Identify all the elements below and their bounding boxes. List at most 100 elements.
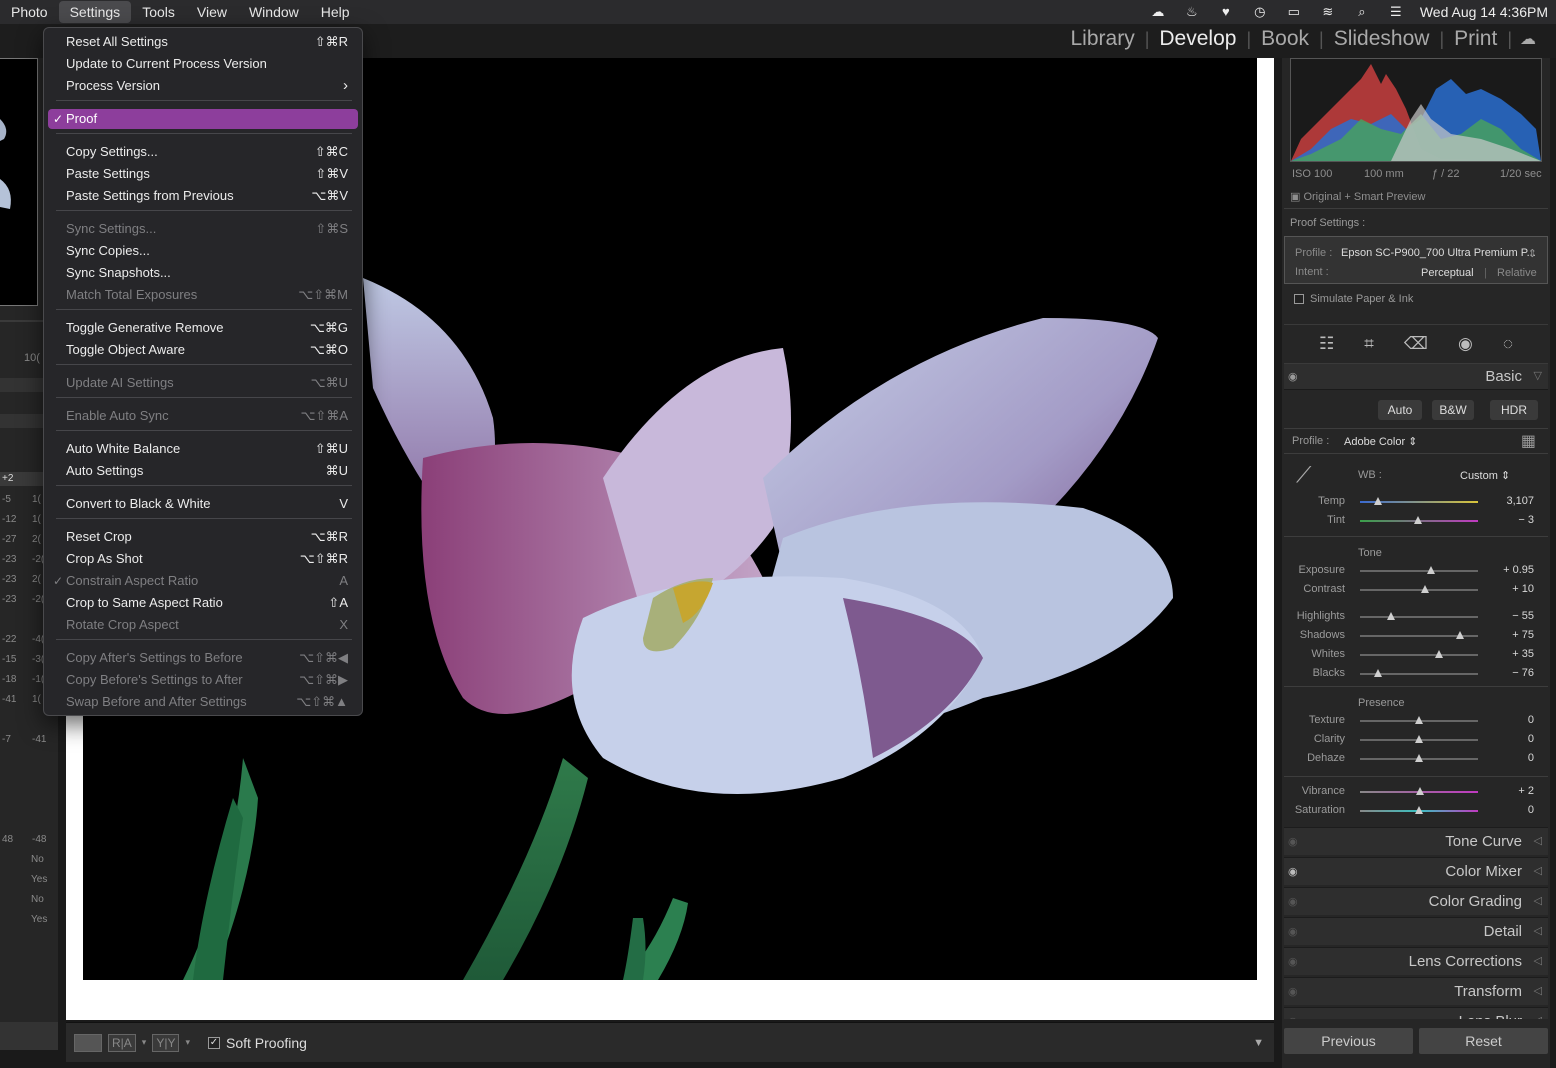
edit-sliders-icon[interactable]: ☷ xyxy=(1319,334,1334,354)
menu-photo[interactable]: Photo xyxy=(0,1,59,23)
creative-cloud-icon[interactable]: ☁ xyxy=(1148,4,1168,20)
auto-button[interactable]: Auto xyxy=(1378,400,1422,420)
tint-slider[interactable] xyxy=(1360,516,1478,524)
blacks-slider-handle[interactable] xyxy=(1373,669,1382,677)
panel-lens-blur[interactable]: ◉ Lens Blur ◁ xyxy=(1284,1007,1548,1019)
eye-icon[interactable]: ◉ xyxy=(1288,370,1298,383)
whites-slider-handle[interactable] xyxy=(1435,650,1444,658)
updown-icon[interactable]: ⇕ xyxy=(1528,247,1537,260)
panel-tone-curve[interactable]: ◉ Tone Curve ◁ xyxy=(1284,827,1548,855)
navigator-thumbnail[interactable] xyxy=(0,58,38,306)
temp-value[interactable]: 3,107 xyxy=(1506,495,1534,507)
shadows-value[interactable]: + 75 xyxy=(1512,629,1534,641)
reset-button[interactable]: Reset xyxy=(1419,1028,1548,1054)
eye-icon[interactable]: ◉ xyxy=(1288,865,1298,878)
eye-icon[interactable]: ◉ xyxy=(1288,955,1298,968)
heart-check-icon[interactable]: ♥ xyxy=(1216,4,1236,20)
shadows-slider-handle[interactable] xyxy=(1456,631,1465,639)
clarity-slider-handle[interactable] xyxy=(1415,735,1423,743)
eye-icon[interactable]: ◉ xyxy=(1288,835,1298,848)
menu-item-update-process-version[interactable]: Update to Current Process Version xyxy=(48,54,358,74)
eye-icon[interactable]: ◉ xyxy=(1288,925,1298,938)
dehaze-slider-handle[interactable] xyxy=(1415,754,1423,762)
triangle-left-icon[interactable]: ◁ xyxy=(1534,1014,1542,1019)
contrast-value[interactable]: + 10 xyxy=(1512,583,1534,595)
eye-icon[interactable]: ◉ xyxy=(1288,1015,1298,1019)
eye-icon[interactable]: ◉ xyxy=(1288,895,1298,908)
toolbar-menu-icon[interactable]: ▼ xyxy=(1253,1037,1264,1049)
menu-item-convert-bw[interactable]: Convert to Black & White V xyxy=(48,494,358,514)
saturation-slider-handle[interactable] xyxy=(1415,806,1423,814)
exposure-slider-handle[interactable] xyxy=(1426,566,1435,574)
blacks-slider[interactable] xyxy=(1360,669,1478,677)
menu-item-sync-snapshots[interactable]: Sync Snapshots... xyxy=(48,263,358,283)
menu-view[interactable]: View xyxy=(186,1,238,23)
simulate-checkbox[interactable] xyxy=(1294,294,1304,304)
texture-slider-handle[interactable] xyxy=(1415,716,1423,724)
tint-slider-handle[interactable] xyxy=(1413,516,1422,524)
texture-value[interactable]: 0 xyxy=(1528,714,1534,726)
dehaze-slider[interactable] xyxy=(1360,754,1478,762)
menu-item-copy-settings[interactable]: Copy Settings... ⇧⌘C xyxy=(48,142,358,162)
crop-icon[interactable]: ⌗ xyxy=(1364,334,1374,354)
menu-item-process-version[interactable]: Process Version › xyxy=(48,76,358,96)
module-slideshow[interactable]: Slideshow xyxy=(1324,27,1440,51)
contrast-slider-handle[interactable] xyxy=(1420,585,1429,593)
shadows-slider[interactable] xyxy=(1360,631,1478,639)
bw-button[interactable]: B&W xyxy=(1432,400,1474,420)
highlights-slider[interactable] xyxy=(1360,612,1478,620)
vibrance-slider-handle[interactable] xyxy=(1416,787,1425,795)
menu-item-reset-all[interactable]: Reset All Settings ⇧⌘R xyxy=(48,32,358,52)
profile-select[interactable]: Adobe Color ⇕ xyxy=(1344,435,1417,448)
soft-proofing-checkbox[interactable]: ✓ xyxy=(207,1036,220,1049)
triangle-left-icon[interactable]: ◁ xyxy=(1534,834,1542,847)
before-after-lr-button[interactable]: R|A xyxy=(108,1033,136,1052)
menu-item-crop-same-aspect[interactable]: Crop to Same Aspect Ratio ⇧A xyxy=(48,593,358,613)
whites-value[interactable]: + 35 xyxy=(1512,648,1534,660)
module-book[interactable]: Book xyxy=(1251,27,1319,51)
highlights-value[interactable]: − 55 xyxy=(1512,610,1534,622)
simulate-paper-ink[interactable]: Simulate Paper & Ink xyxy=(1294,293,1413,305)
spotlight-search-icon[interactable]: ⌕ xyxy=(1352,4,1372,20)
soft-proofing-toggle[interactable]: ✓ Soft Proofing xyxy=(207,1035,307,1051)
wb-eyedropper-icon[interactable]: ⟋ xyxy=(1296,462,1311,488)
before-after-tb-button[interactable]: Y|Y xyxy=(152,1033,180,1052)
menu-item-auto-settings[interactable]: Auto Settings ⌘U xyxy=(48,461,358,481)
menu-item-sync-copies[interactable]: Sync Copies... xyxy=(48,241,358,261)
module-print[interactable]: Print xyxy=(1444,27,1507,51)
whites-slider[interactable] xyxy=(1360,650,1478,658)
red-eye-icon[interactable]: ◉ xyxy=(1458,334,1473,354)
dehaze-value[interactable]: 0 xyxy=(1528,752,1534,764)
basic-panel-header[interactable]: ◉ Basic ▽ xyxy=(1284,364,1548,390)
left-bottom-button[interactable] xyxy=(0,1022,58,1050)
profile-browser-grid-icon[interactable]: ▦ xyxy=(1521,431,1536,451)
menu-item-toggle-generative-remove[interactable]: Toggle Generative Remove ⌥⌘G xyxy=(48,318,358,338)
menu-item-reset-crop[interactable]: Reset Crop ⌥⌘R xyxy=(48,527,358,547)
wifi-icon[interactable]: ≋ xyxy=(1318,4,1338,20)
intent-relative[interactable]: Relative xyxy=(1497,267,1537,279)
menu-item-toggle-object-aware[interactable]: Toggle Object Aware ⌥⌘O xyxy=(48,340,358,360)
menu-help[interactable]: Help xyxy=(310,1,361,23)
texture-slider[interactable] xyxy=(1360,716,1478,724)
contrast-slider[interactable] xyxy=(1360,585,1478,593)
menu-item-crop-as-shot[interactable]: Crop As Shot ⌥⇧⌘R xyxy=(48,549,358,569)
menu-item-auto-white-balance[interactable]: Auto White Balance ⇧⌘U xyxy=(48,439,358,459)
clarity-slider[interactable] xyxy=(1360,735,1478,743)
menu-settings[interactable]: Settings xyxy=(58,1,132,23)
panel-color-grading[interactable]: ◉ Color Grading ◁ xyxy=(1284,887,1548,915)
proof-profile-select[interactable]: Epson SC-P900_700 Ultra Premium P... xyxy=(1341,247,1536,259)
control-center-icon[interactable]: ☰ xyxy=(1386,4,1406,20)
vibrance-slider[interactable] xyxy=(1360,787,1478,795)
chevron-down-icon[interactable]: ▾ xyxy=(185,1037,190,1048)
saturation-value[interactable]: 0 xyxy=(1528,804,1534,816)
triangle-left-icon[interactable]: ◁ xyxy=(1534,954,1542,967)
triangle-left-icon[interactable]: ◁ xyxy=(1534,924,1542,937)
battery-icon[interactable]: ▭ xyxy=(1284,4,1304,20)
triangle-down-icon[interactable]: ▽ xyxy=(1534,369,1542,382)
panel-transform[interactable]: ◉ Transform ◁ xyxy=(1284,977,1548,1005)
module-library[interactable]: Library xyxy=(1061,27,1145,51)
triangle-left-icon[interactable]: ◁ xyxy=(1534,894,1542,907)
tint-value[interactable]: − 3 xyxy=(1518,514,1534,526)
menu-window[interactable]: Window xyxy=(238,1,310,23)
module-develop[interactable]: Develop xyxy=(1149,27,1246,51)
